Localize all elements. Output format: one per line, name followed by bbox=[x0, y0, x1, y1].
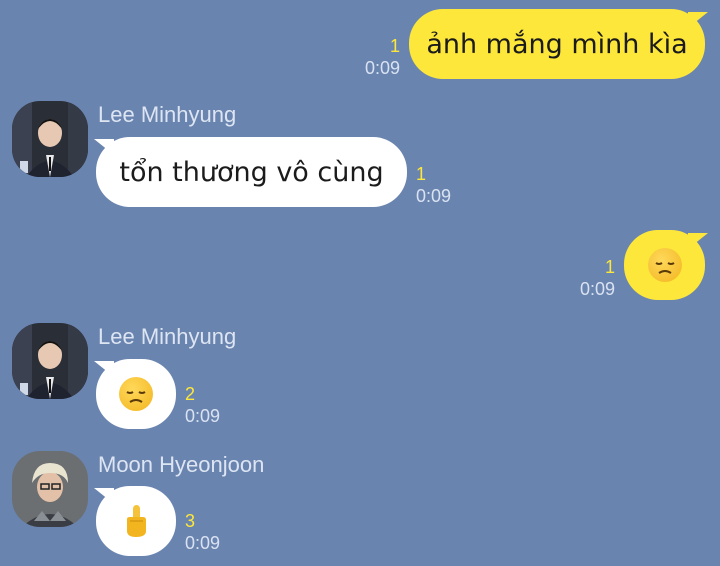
unread-count: 3 bbox=[185, 511, 196, 531]
avatar-photo bbox=[12, 323, 88, 399]
message-meta: 3 0:09 bbox=[185, 510, 220, 554]
unread-count: 1 bbox=[389, 36, 400, 56]
sender-name: Moon Hyeonjoon bbox=[98, 452, 265, 477]
bubble-tail bbox=[94, 139, 114, 155]
message-bubble[interactable]: ảnh mắng mình kìa bbox=[409, 9, 705, 79]
message-meta: 2 0:09 bbox=[185, 383, 220, 427]
timestamp: 0:09 bbox=[416, 186, 452, 206]
message-meta: 1 0:09 bbox=[580, 256, 615, 300]
bubble-tail bbox=[94, 361, 114, 377]
avatar[interactable] bbox=[12, 101, 88, 177]
message-meta: 1 0:09 bbox=[416, 163, 451, 207]
timestamp: 0:09 bbox=[364, 58, 400, 78]
timestamp: 0:09 bbox=[579, 279, 615, 299]
timestamp: 0:09 bbox=[185, 533, 221, 553]
bubble-tail bbox=[688, 233, 708, 249]
message-meta: 1 0:09 bbox=[365, 35, 400, 79]
disappointed-face-icon bbox=[119, 377, 153, 411]
unread-count: 2 bbox=[185, 384, 196, 404]
avatar[interactable] bbox=[12, 323, 88, 399]
bubble-tail bbox=[94, 488, 114, 504]
timestamp: 0:09 bbox=[185, 406, 221, 426]
disappointed-face-icon bbox=[647, 248, 682, 282]
bubble-tail bbox=[688, 12, 708, 28]
unread-count: 1 bbox=[416, 164, 427, 184]
message-text: tổn thương vô cùng bbox=[119, 156, 384, 188]
message-text: ảnh mắng mình kìa bbox=[426, 28, 688, 60]
sender-name: Lee Minhyung bbox=[98, 324, 237, 349]
avatar-photo bbox=[12, 101, 88, 177]
sender-name: Lee Minhyung bbox=[98, 102, 237, 127]
avatar[interactable] bbox=[12, 451, 88, 527]
unread-count: 1 bbox=[604, 257, 615, 277]
avatar-photo bbox=[12, 451, 88, 527]
message-bubble[interactable]: tổn thương vô cùng bbox=[96, 137, 407, 207]
middle-finger-icon bbox=[127, 505, 146, 537]
